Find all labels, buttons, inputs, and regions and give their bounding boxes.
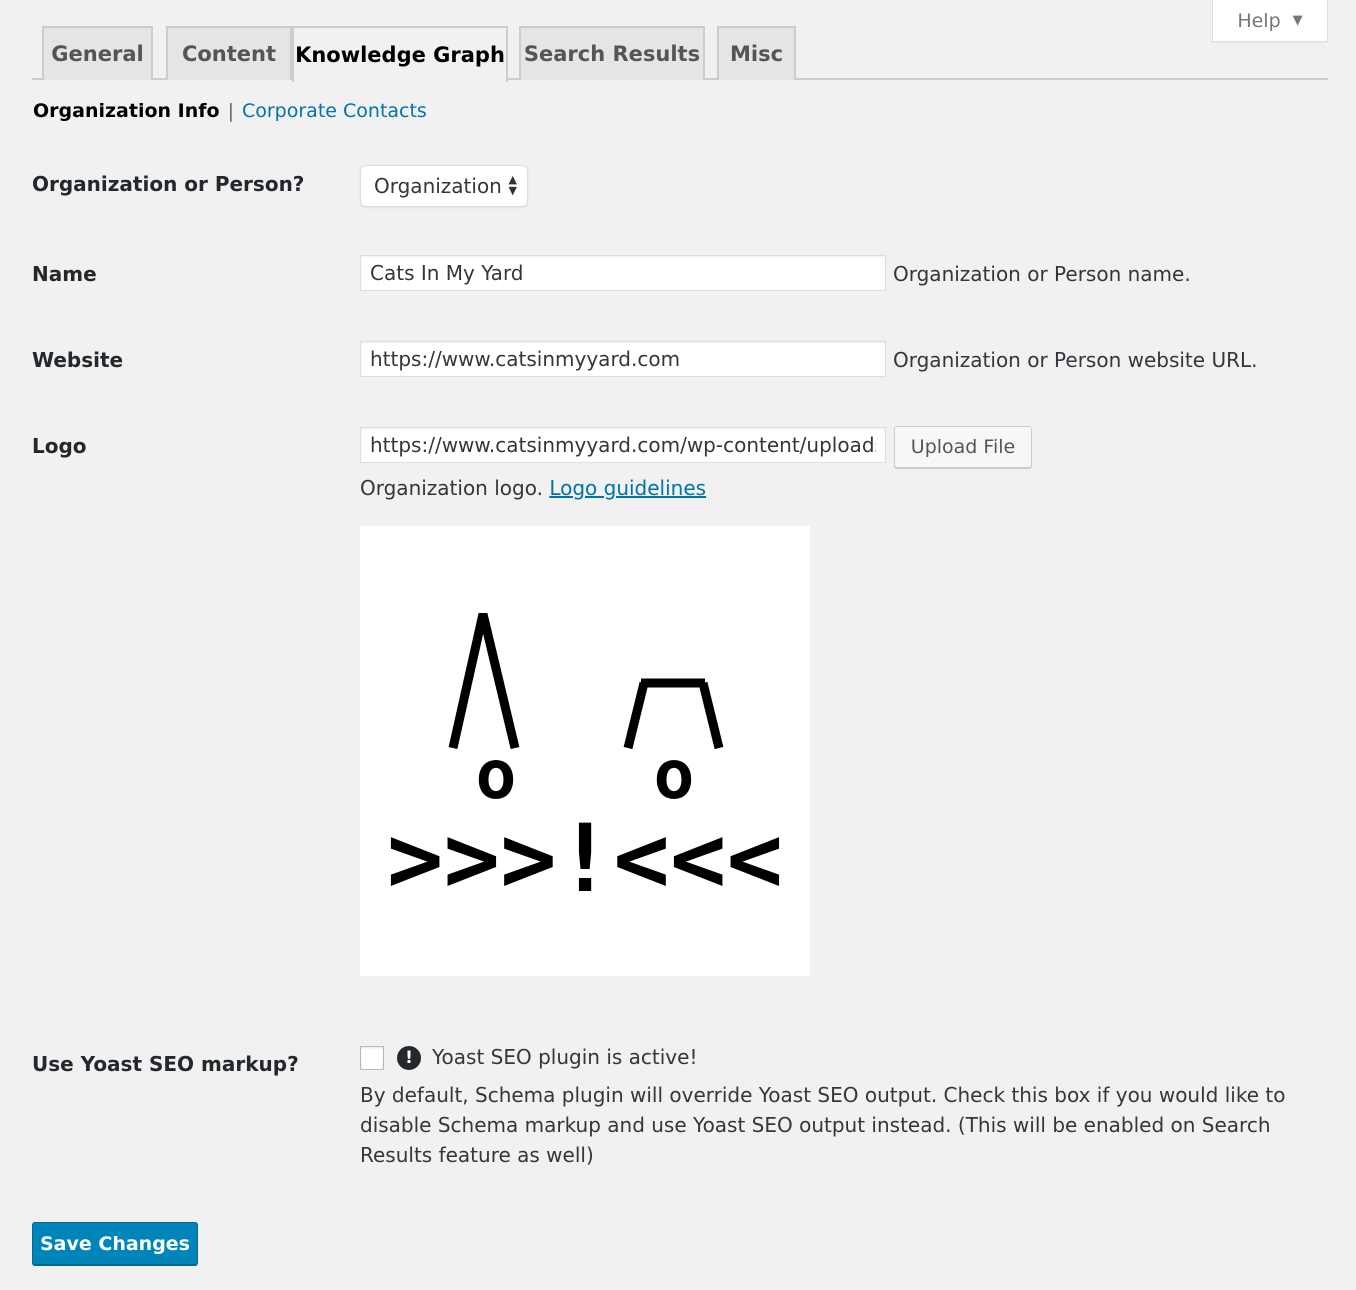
tab-general[interactable]: General (42, 26, 153, 80)
name-label: Name (32, 262, 97, 286)
logo-description-text: Organization logo. (360, 476, 543, 500)
website-input[interactable] (360, 341, 886, 377)
logo-preview: o o >>>!<<< (360, 526, 810, 976)
upload-file-button[interactable]: Upload File (894, 426, 1032, 468)
tab-misc[interactable]: Misc (717, 26, 796, 80)
yoast-markup-label: Use Yoast SEO markup? (32, 1052, 299, 1076)
yoast-active-notice: Yoast SEO plugin is active! (432, 1045, 698, 1069)
subnav-separator: | (227, 100, 234, 122)
tab-content[interactable]: Content (166, 26, 292, 80)
yoast-markup-description: By default, Schema plugin will override … (360, 1083, 1286, 1167)
tab-search-results[interactable]: Search Results (519, 26, 705, 80)
settings-tabs: General Content Knowledge Graph Search R… (32, 26, 1328, 82)
warning-icon: ! (397, 1046, 421, 1070)
save-changes-button[interactable]: Save Changes (32, 1222, 198, 1265)
tab-knowledge-graph[interactable]: Knowledge Graph (292, 26, 508, 82)
org-or-person-label: Organization or Person? (32, 172, 305, 196)
select-arrows-icon: ▲ ▼ (508, 173, 517, 197)
org-or-person-selected: Organization (374, 174, 502, 198)
name-description: Organization or Person name. (893, 262, 1191, 286)
website-label: Website (32, 348, 124, 372)
name-input[interactable] (360, 255, 886, 291)
logo-label: Logo (32, 434, 87, 458)
logo-guidelines-link[interactable]: Logo guidelines (549, 476, 706, 500)
logo-description: Organization logo. Logo guidelines (360, 476, 706, 500)
website-description: Organization or Person website URL. (893, 348, 1258, 372)
subnav-corporate-contacts[interactable]: Corporate Contacts (242, 100, 427, 122)
cat-logo-image: o o >>>!<<< (387, 612, 783, 914)
svg-text:o: o (476, 736, 517, 815)
yoast-markup-checkbox[interactable] (360, 1046, 384, 1070)
svg-text:>>>!<<<: >>>!<<< (387, 805, 783, 914)
org-or-person-select[interactable]: Organization ▲ ▼ (360, 165, 528, 207)
subnav-organization-info[interactable]: Organization Info (33, 100, 220, 122)
logo-url-input[interactable] (360, 427, 886, 463)
sub-navigation: Organization Info | Corporate Contacts (33, 97, 427, 125)
svg-text:o: o (654, 736, 695, 815)
